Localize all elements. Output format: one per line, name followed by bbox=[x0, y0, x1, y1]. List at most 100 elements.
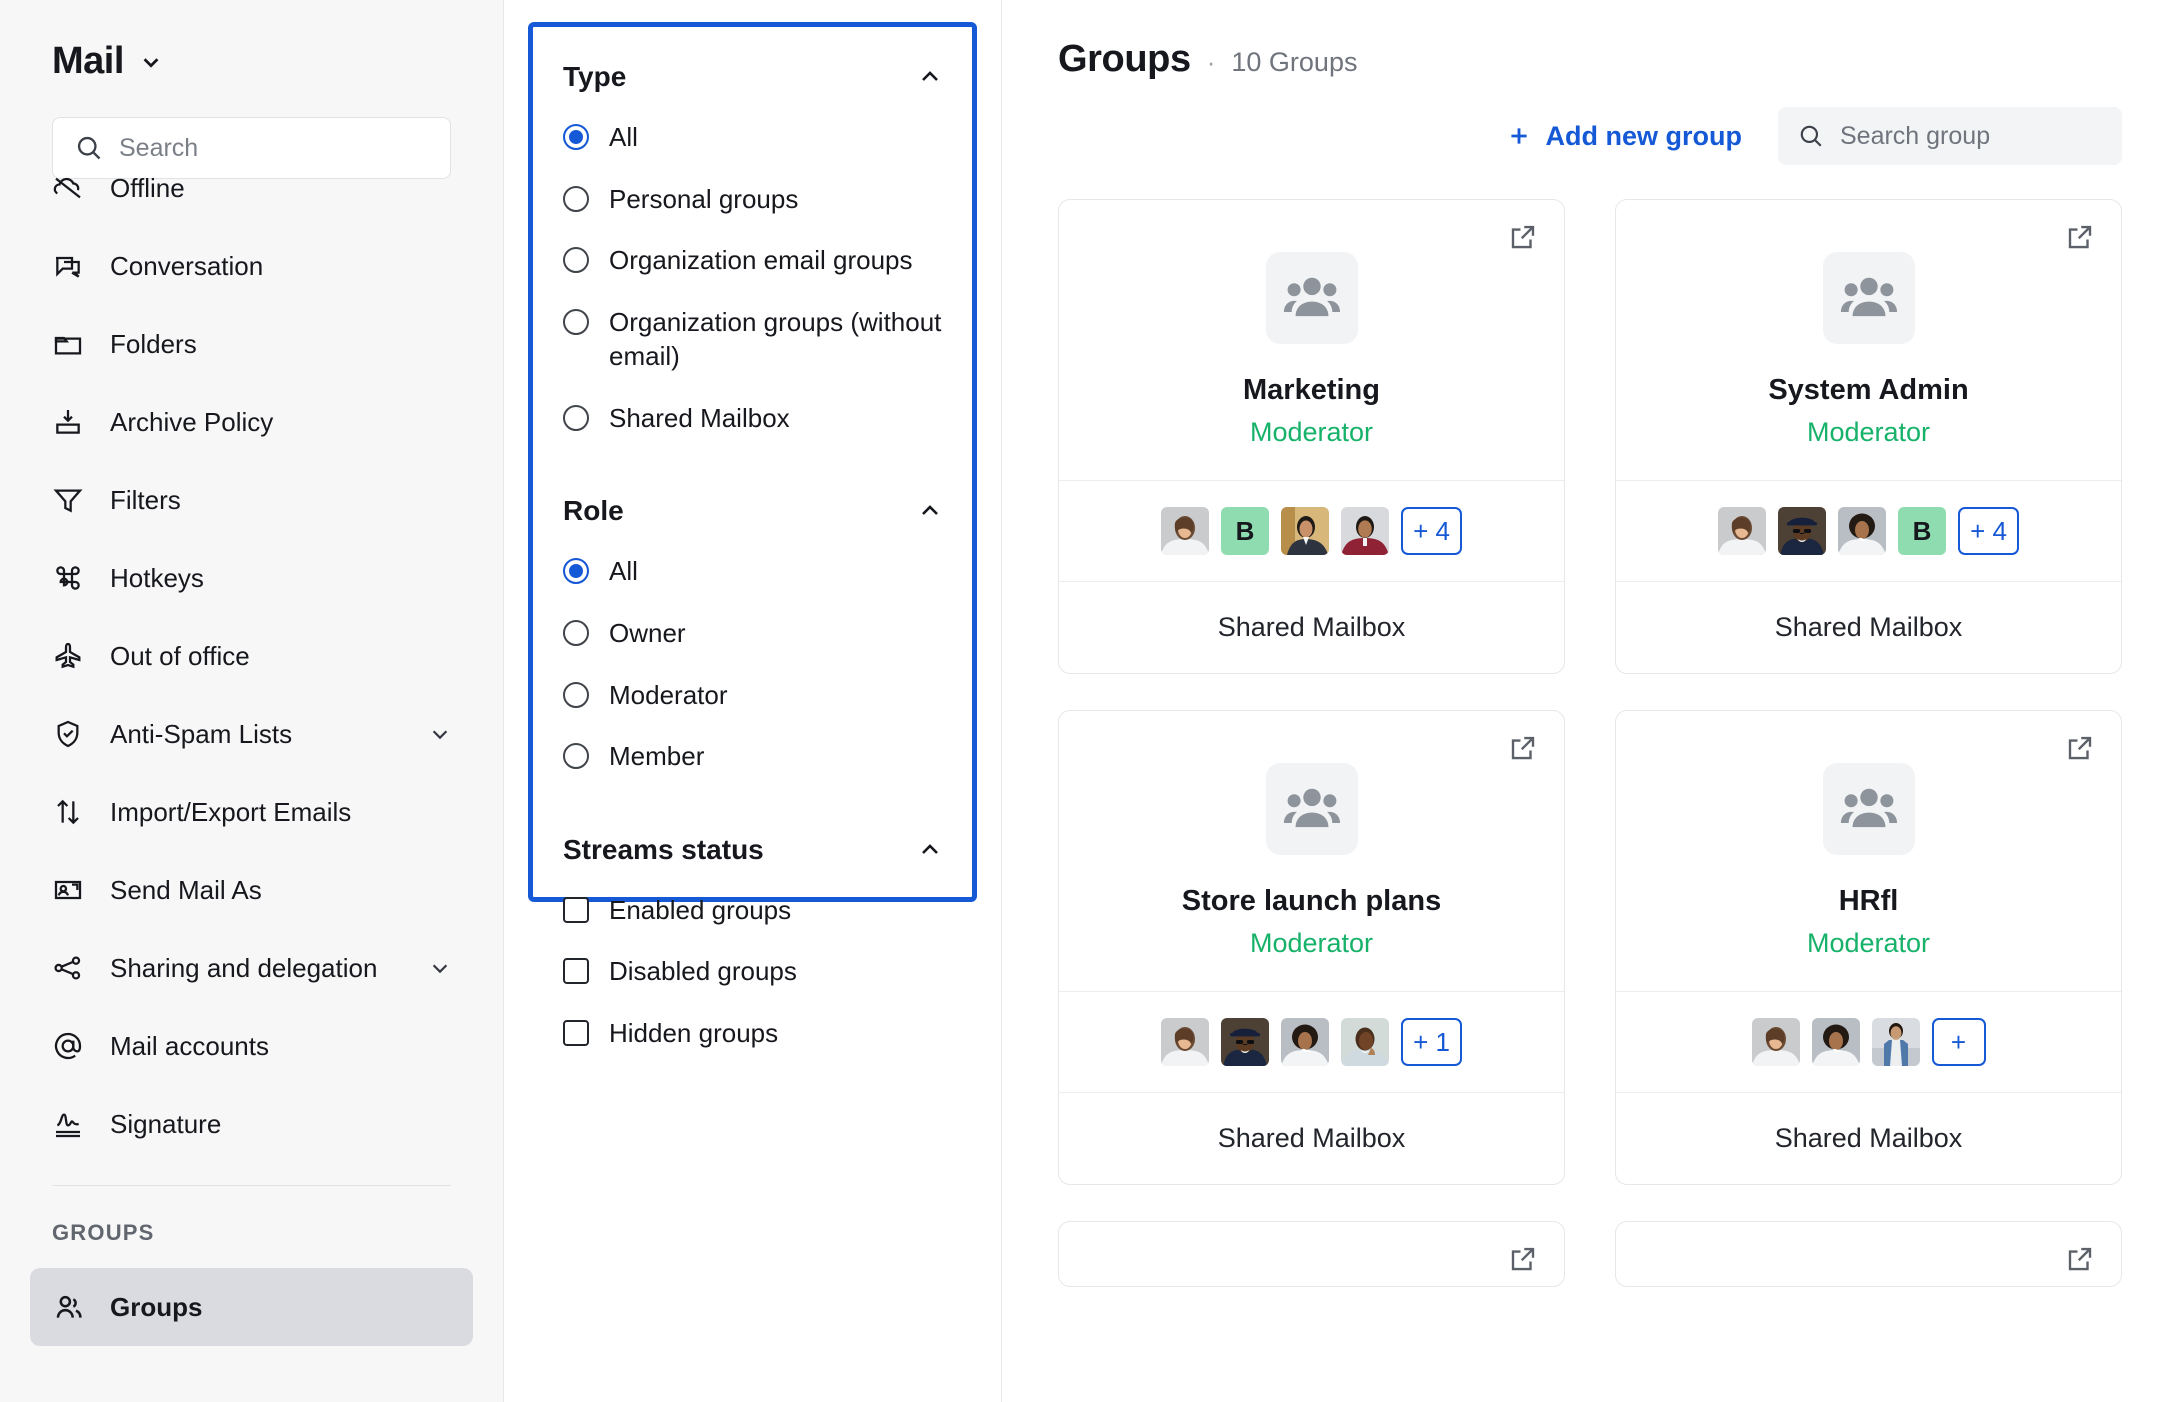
filter-option-type-all[interactable]: All bbox=[563, 119, 942, 155]
filter-section-streams-status-header[interactable]: Streams status bbox=[563, 834, 942, 866]
filter-option-type-shared-mailbox[interactable]: Shared Mailbox bbox=[563, 400, 942, 436]
chevron-up-icon[interactable] bbox=[918, 838, 942, 862]
sidebar-item-anti-spam-lists[interactable]: Anti-Spam Lists bbox=[30, 695, 473, 773]
group-card[interactable]: Store launch plans Moderator bbox=[1058, 710, 1565, 1185]
app-switcher[interactable]: Mail bbox=[52, 40, 451, 83]
avatar[interactable] bbox=[1281, 1018, 1329, 1066]
radio-button[interactable] bbox=[563, 247, 589, 273]
checkbox[interactable] bbox=[563, 958, 589, 984]
sidebar-item-groups[interactable]: Groups bbox=[30, 1268, 473, 1346]
avatar[interactable] bbox=[1838, 507, 1886, 555]
signature-icon bbox=[52, 1108, 84, 1140]
avatar[interactable] bbox=[1161, 507, 1209, 555]
avatar[interactable] bbox=[1718, 507, 1766, 555]
spacer bbox=[563, 800, 942, 834]
radio-button[interactable] bbox=[563, 405, 589, 431]
filter-option-type-organization-email-groups[interactable]: Organization email groups bbox=[563, 242, 942, 278]
avatar[interactable] bbox=[1161, 1018, 1209, 1066]
checkbox[interactable] bbox=[563, 897, 589, 923]
group-name: Store launch plans bbox=[1059, 885, 1564, 918]
avatar-initial[interactable]: B bbox=[1221, 507, 1269, 555]
spacer bbox=[563, 461, 942, 495]
external-link-icon[interactable] bbox=[1508, 733, 1538, 763]
external-link-icon[interactable] bbox=[2065, 733, 2095, 763]
chevron-down-icon[interactable] bbox=[429, 957, 451, 979]
sidebar-item-import-export-emails[interactable]: Import/Export Emails bbox=[30, 773, 473, 851]
checkbox[interactable] bbox=[563, 1020, 589, 1046]
filter-option-role-all[interactable]: All bbox=[563, 553, 942, 589]
radio-button[interactable] bbox=[563, 620, 589, 646]
radio-button[interactable] bbox=[563, 124, 589, 150]
sidebar-item-sharing-and-delegation[interactable]: Sharing and delegation bbox=[30, 929, 473, 1007]
more-members-badge[interactable]: + 4 bbox=[1958, 507, 2019, 555]
group-card[interactable]: Marketing Moderator B bbox=[1058, 199, 1565, 674]
sidebar-item-label: Conversation bbox=[110, 251, 263, 282]
group-card[interactable] bbox=[1058, 1221, 1565, 1287]
radio-button[interactable] bbox=[563, 743, 589, 769]
filter-option-type-personal-groups[interactable]: Personal groups bbox=[563, 181, 942, 217]
shield-check-icon bbox=[52, 718, 84, 750]
radio-button[interactable] bbox=[563, 186, 589, 212]
sidebar-item-offline[interactable]: Offline bbox=[30, 149, 473, 227]
avatar[interactable] bbox=[1341, 507, 1389, 555]
group-card[interactable]: System Admin Moderator bbox=[1615, 199, 2122, 674]
plus-icon bbox=[1506, 123, 1532, 149]
avatar[interactable] bbox=[1812, 1018, 1860, 1066]
avatar[interactable] bbox=[1872, 1018, 1920, 1066]
chevron-down-icon[interactable] bbox=[429, 723, 451, 745]
filter-section-role-header[interactable]: Role bbox=[563, 495, 942, 527]
filter-option-label: All bbox=[609, 553, 638, 589]
chevron-up-icon[interactable] bbox=[918, 65, 942, 89]
avatar[interactable] bbox=[1281, 507, 1329, 555]
sidebar-item-label: Folders bbox=[110, 329, 197, 360]
sidebar-item-folders[interactable]: Folders bbox=[30, 305, 473, 383]
sidebar-item-label: Sharing and delegation bbox=[110, 953, 377, 984]
sidebar-item-archive-policy[interactable]: Archive Policy bbox=[30, 383, 473, 461]
avatar[interactable] bbox=[1778, 507, 1826, 555]
radio-button[interactable] bbox=[563, 309, 589, 335]
sidebar-item-filters[interactable]: Filters bbox=[30, 461, 473, 539]
more-members-badge[interactable]: + 4 bbox=[1401, 507, 1462, 555]
group-card[interactable] bbox=[1615, 1221, 2122, 1287]
filter-option-streams-disabled-groups[interactable]: Disabled groups bbox=[563, 953, 942, 989]
filter-option-role-moderator[interactable]: Moderator bbox=[563, 677, 942, 713]
filter-section-type-header[interactable]: Type bbox=[563, 61, 942, 93]
filter-option-role-member[interactable]: Member bbox=[563, 738, 942, 774]
external-link-icon[interactable] bbox=[1508, 222, 1538, 252]
folder-icon bbox=[52, 328, 84, 360]
filter-option-label: Hidden groups bbox=[609, 1015, 778, 1051]
search-group-input[interactable]: Search group bbox=[1778, 107, 2122, 165]
group-card-top: Marketing Moderator bbox=[1059, 200, 1564, 480]
chevron-down-icon[interactable] bbox=[140, 51, 162, 73]
more-members-badge[interactable]: + 1 bbox=[1401, 1018, 1462, 1066]
filter-option-type-organization-groups-without-email[interactable]: Organization groups (without email) bbox=[563, 304, 942, 374]
sidebar-item-send-mail-as[interactable]: Send Mail As bbox=[30, 851, 473, 929]
filter-option-streams-hidden-groups[interactable]: Hidden groups bbox=[563, 1015, 942, 1051]
avatar[interactable] bbox=[1221, 1018, 1269, 1066]
filter-option-streams-enabled-groups[interactable]: Enabled groups bbox=[563, 892, 942, 928]
avatar-initial[interactable]: B bbox=[1898, 507, 1946, 555]
group-card[interactable]: HRfl Moderator bbox=[1615, 710, 2122, 1185]
more-members-badge[interactable]: + bbox=[1932, 1018, 1986, 1066]
radio-button[interactable] bbox=[563, 682, 589, 708]
avatar[interactable] bbox=[1752, 1018, 1800, 1066]
filter-option-role-owner[interactable]: Owner bbox=[563, 615, 942, 651]
sidebar-nav: Offline Conversation Folders Archive Pol… bbox=[0, 149, 503, 1163]
sidebar-item-hotkeys[interactable]: Hotkeys bbox=[30, 539, 473, 617]
radio-button[interactable] bbox=[563, 558, 589, 584]
avatar[interactable] bbox=[1341, 1018, 1389, 1066]
external-link-icon[interactable] bbox=[2065, 1244, 2095, 1274]
sidebar-item-mail-accounts[interactable]: Mail accounts bbox=[30, 1007, 473, 1085]
group-members-row: + 1 bbox=[1059, 991, 1564, 1093]
conversation-icon bbox=[52, 250, 84, 282]
sidebar-item-conversation[interactable]: Conversation bbox=[30, 227, 473, 305]
group-role: Moderator bbox=[1616, 417, 2121, 448]
chevron-up-icon[interactable] bbox=[918, 499, 942, 523]
add-new-group-button[interactable]: Add new group bbox=[1500, 111, 1748, 162]
search-group-placeholder: Search group bbox=[1840, 122, 1990, 151]
avatar-photo-woman-brown-hair bbox=[1161, 507, 1209, 555]
sidebar-item-out-of-office[interactable]: Out of office bbox=[30, 617, 473, 695]
external-link-icon[interactable] bbox=[2065, 222, 2095, 252]
sidebar-item-signature[interactable]: Signature bbox=[30, 1085, 473, 1163]
external-link-icon[interactable] bbox=[1508, 1244, 1538, 1274]
